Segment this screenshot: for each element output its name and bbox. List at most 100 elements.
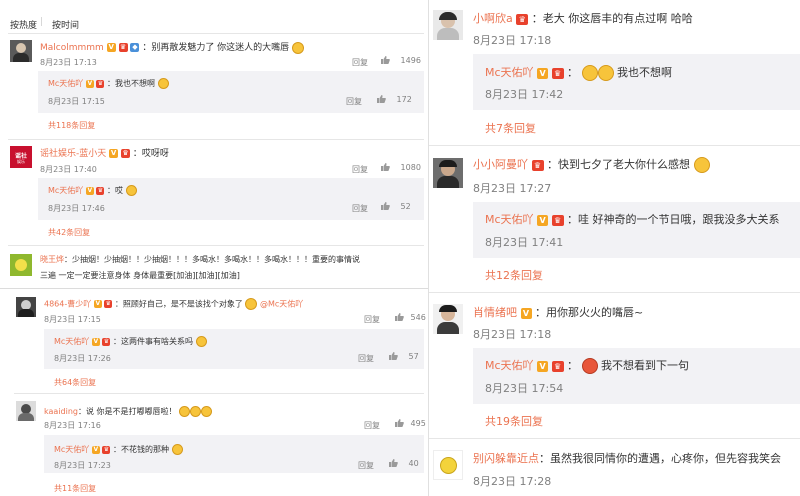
member-crown-icon: ♛ <box>96 79 105 88</box>
reply-text: ：哇 好神奇的一个节日哦，跟我没多大关系 <box>567 213 780 226</box>
comment-line: 小啊欣a ♛ ：老大 你这唇丰的有点过啊 哈哈 <box>473 10 693 26</box>
tab-time[interactable]: 按时间 <box>52 18 79 31</box>
comment-date: 8月23日 17:27 <box>473 182 552 195</box>
reply-button[interactable]: 回复 <box>346 96 362 107</box>
member-crown-icon: ♛ <box>531 159 544 171</box>
more-replies-link[interactable]: 共12条回复 <box>485 267 543 283</box>
more-replies-link[interactable]: 共42条回复 <box>48 227 90 238</box>
angry-emoji-icon <box>581 358 598 374</box>
avatar[interactable] <box>433 304 463 334</box>
reply-button[interactable]: 回复 <box>364 420 380 431</box>
avatar[interactable] <box>16 401 36 421</box>
like-button[interactable]: 546 <box>394 312 426 322</box>
laugh-emoji-icon <box>190 406 202 417</box>
comment-user[interactable]: 小啊欣a <box>473 12 513 25</box>
more-replies-link[interactable]: 共7条回复 <box>485 120 536 136</box>
v-badge-icon: V <box>537 360 549 372</box>
reply-button[interactable]: 回复 <box>364 314 380 325</box>
avatar[interactable] <box>10 40 32 62</box>
v-badge-icon: V <box>109 149 119 158</box>
member-crown-icon: ♛ <box>551 214 564 226</box>
comment-user[interactable]: 小小阿曼吖 <box>473 158 528 171</box>
like-button[interactable]: 1080 <box>380 162 421 172</box>
like-count: 1080 <box>400 162 421 172</box>
comment-date: 8月23日 17:13 <box>40 58 97 67</box>
cry-laugh-emoji-icon <box>693 157 710 173</box>
more-replies-link[interactable]: 共64条回复 <box>54 377 96 388</box>
like-button[interactable]: 495 <box>394 418 426 428</box>
more-replies-link[interactable]: 共118条回复 <box>48 120 95 131</box>
comment-text-continued: 三遍 一定一定要注意身体 身体最重要[加油][加油][加油] <box>40 271 240 280</box>
reply-user[interactable]: Mc天佑吖 <box>48 186 83 195</box>
like-button[interactable]: 1496 <box>380 55 421 65</box>
tab-sep: | <box>40 17 44 27</box>
avatar[interactable]: 谣社 娱乐 <box>10 146 32 168</box>
avatar[interactable] <box>433 450 463 480</box>
reply-text: ：不花钱的那种 <box>112 445 169 454</box>
reply-button[interactable]: 回复 <box>358 353 374 364</box>
reply-separator: ： <box>567 359 579 372</box>
reply-line: Mc天佑吖 V ♛ ：哎 <box>48 185 137 196</box>
reply-button[interactable]: 回复 <box>352 164 368 175</box>
more-replies-link[interactable]: 共19条回复 <box>485 413 543 429</box>
reply-user[interactable]: Mc天佑吖 <box>54 445 89 454</box>
reply-user[interactable]: Mc天佑吖 <box>485 359 534 372</box>
more-replies-link[interactable]: 共11条回复 <box>54 483 96 494</box>
avatar[interactable] <box>433 10 463 40</box>
comment-user[interactable]: kaaiding <box>44 407 78 416</box>
member-crown-icon: ♛ <box>551 67 564 79</box>
comment-text: ：老大 你这唇丰的有点过啊 哈哈 <box>531 12 693 25</box>
reply-text: 我不想看到下一句 <box>601 359 690 372</box>
reply-line: Mc天佑吖 V ♛ ：这两件事有啥关系吗 <box>54 336 207 347</box>
reply-user[interactable]: Mc天佑吖 <box>54 337 89 346</box>
reply-user[interactable]: Mc天佑吖 <box>485 213 534 226</box>
comment-user[interactable]: 谣社娱乐-蓝小天 <box>40 149 106 159</box>
reply-date: 8月23日 17:23 <box>54 461 111 470</box>
like-button[interactable]: 172 <box>376 94 412 104</box>
like-count: 1496 <box>400 55 421 65</box>
reply-user[interactable]: Mc天佑吖 <box>48 79 83 88</box>
comment-user[interactable]: 别闪躲靠近点 <box>473 452 539 465</box>
laugh-emoji-icon <box>201 406 213 417</box>
comment-divider <box>429 292 800 293</box>
comment-line: 别闪躲靠近点：虽然我很同情你的遭遇，心疼你，但先容我笑会 <box>473 450 781 466</box>
reply-user[interactable]: Mc天佑吖 <box>485 66 534 79</box>
reply-button[interactable]: 回复 <box>352 203 368 214</box>
reply-button[interactable]: 回复 <box>352 57 368 68</box>
comment-user[interactable]: 晓王烨 <box>40 255 64 264</box>
medal-icon: ◆ <box>130 43 140 52</box>
comment-date: 8月23日 17:18 <box>473 328 552 341</box>
thumb-up-icon <box>380 162 390 172</box>
like-button[interactable]: 52 <box>380 201 411 211</box>
reply-separator: ： <box>567 66 579 79</box>
member-crown-icon: ♛ <box>516 13 529 25</box>
reply-date: 8月23日 17:26 <box>54 354 111 363</box>
left-bottom-panel: 4864-曹少吖 V ♛ ：照顾好自己，是不是该找个对象了 @Mc天佑吖 8月2… <box>0 288 428 496</box>
tab-hot[interactable]: 按热度 <box>10 18 37 31</box>
comment-date: 8月23日 17:16 <box>44 421 101 430</box>
avatar[interactable] <box>10 254 32 276</box>
comment-line: 谣社娱乐-蓝小天 V ♛ ：哎呀呀 <box>40 146 169 159</box>
comment-date: 8月23日 17:28 <box>473 475 552 488</box>
thumb-up-icon <box>394 312 404 322</box>
comment-text: ：少抽烟！少抽烟！！少抽烟！！！多喝水！多喝水！！多喝水！！！重要的事情说 <box>64 255 360 264</box>
avatar[interactable] <box>433 158 463 188</box>
member-crown-icon: ♛ <box>551 360 564 372</box>
comment-user[interactable]: Malcolmmmm <box>40 43 104 53</box>
mention-link[interactable]: @Mc天佑吖 <box>260 300 303 309</box>
like-count: 172 <box>396 94 412 104</box>
comment-user[interactable]: 肖情绪吧 <box>473 306 517 319</box>
comment-divider <box>8 139 424 140</box>
like-button[interactable]: 40 <box>388 458 419 468</box>
like-button[interactable]: 57 <box>388 351 419 361</box>
comment-divider <box>14 393 424 394</box>
sad-emoji-icon <box>581 65 598 81</box>
comment-user[interactable]: 4864-曹少吖 <box>44 300 91 309</box>
avatar[interactable] <box>16 297 36 317</box>
reply-button[interactable]: 回复 <box>358 460 374 471</box>
comment-text: ：用你那火火的嘴唇~ <box>535 306 644 319</box>
comment-line: Malcolmmmm V ♛ ◆ ：别再散发魅力了 你这迷人的大嘴唇 <box>40 40 305 54</box>
reply-date: 8月23日 17:54 <box>485 382 564 395</box>
comment-text: ：照顾好自己，是不是该找个对象了 <box>114 299 243 309</box>
comment-text: ：说 你是不是打嘟嘟唇啦！ <box>77 407 177 416</box>
